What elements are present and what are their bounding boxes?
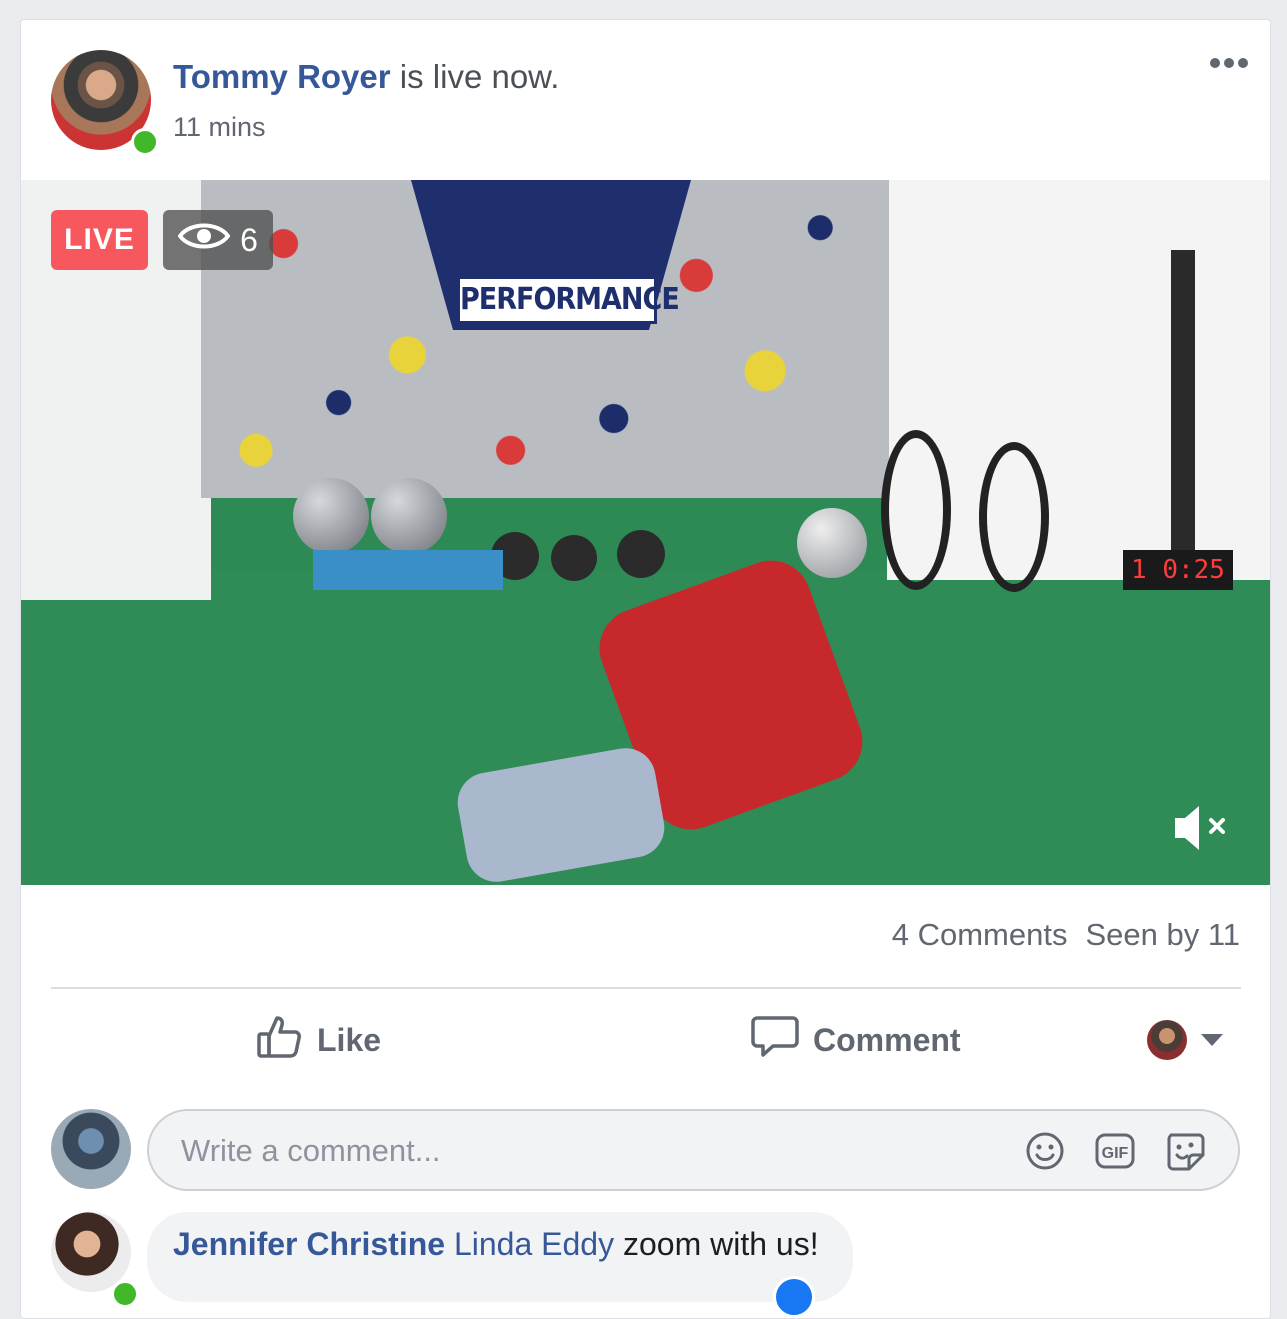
plyo-box xyxy=(313,550,503,590)
viewer-count-badge: 6 xyxy=(163,210,273,270)
comment-button[interactable]: Comment xyxy=(751,1015,961,1065)
air-bike xyxy=(881,430,951,590)
svg-text:GIF: GIF xyxy=(1102,1145,1129,1162)
comment-input[interactable] xyxy=(179,1127,1003,1175)
viewer-count: 6 xyxy=(240,221,258,258)
like-label: Like xyxy=(317,1021,382,1058)
more-dot-icon xyxy=(1238,58,1248,68)
gym-timer-display: 1 0:25 xyxy=(1123,550,1233,590)
more-dot-icon xyxy=(1224,58,1234,68)
author-avatar[interactable] xyxy=(51,50,159,156)
unmute-button[interactable] xyxy=(1171,800,1231,856)
air-bike xyxy=(979,442,1049,592)
eye-icon xyxy=(177,220,231,260)
live-post-card: Tommy Royer is live now. 11 mins PERFORM… xyxy=(20,19,1271,1319)
online-indicator xyxy=(131,128,159,156)
post-timestamp[interactable]: 11 mins xyxy=(173,112,266,143)
exercise-ball xyxy=(293,478,369,554)
muted-speaker-icon xyxy=(1171,806,1231,860)
viewer-avatar xyxy=(1147,1020,1187,1060)
speech-bubble-icon xyxy=(751,1012,799,1068)
live-video-player[interactable]: PERFORMANCE 1 0:25 LIVE 6 xyxy=(21,180,1270,885)
chevron-down-icon xyxy=(1201,1034,1223,1046)
comment-bubble: Jennifer Christine Linda Eddy zoom with … xyxy=(147,1212,853,1302)
comment-label: Comment xyxy=(813,1021,961,1058)
exercise-ball xyxy=(371,478,447,554)
medicine-ball xyxy=(551,535,597,581)
rowing-machine xyxy=(1171,250,1195,560)
live-status-text: is live now. xyxy=(390,58,560,95)
post-as-selector[interactable] xyxy=(1147,1020,1223,1060)
comment-count-link[interactable]: 4 Comments xyxy=(892,917,1068,952)
commenter-name-link[interactable]: Jennifer Christine xyxy=(173,1226,445,1262)
live-badge: LIVE xyxy=(51,210,148,270)
medicine-ball xyxy=(617,530,665,578)
more-dot-icon xyxy=(1210,58,1220,68)
comment-text: zoom with us! xyxy=(614,1226,819,1262)
exercise-ball xyxy=(797,508,867,578)
like-button[interactable]: Like xyxy=(255,1015,381,1065)
gym-logo-text: PERFORMANCE xyxy=(457,276,680,324)
online-indicator xyxy=(111,1280,139,1308)
sticker-icon[interactable] xyxy=(1165,1131,1205,1171)
like-reaction-icon[interactable] xyxy=(773,1276,815,1318)
stats-divider xyxy=(51,987,1241,989)
commenter-avatar[interactable] xyxy=(51,1212,139,1308)
emoji-icon[interactable] xyxy=(1025,1131,1065,1171)
tagged-user-link[interactable]: Linda Eddy xyxy=(454,1226,614,1262)
current-user-avatar[interactable] xyxy=(51,1109,131,1189)
engagement-stats: 4 Comments Seen by 11 xyxy=(892,917,1240,953)
author-name-link[interactable]: Tommy Royer xyxy=(173,58,391,95)
gif-icon[interactable]: GIF xyxy=(1095,1131,1135,1171)
post-header: Tommy Royer is live now. xyxy=(173,58,559,96)
more-options-button[interactable] xyxy=(1210,58,1248,68)
seen-by-link[interactable]: Seen by 11 xyxy=(1085,917,1240,952)
comment-composer: GIF xyxy=(147,1109,1240,1191)
thumbs-up-icon xyxy=(255,1012,303,1068)
